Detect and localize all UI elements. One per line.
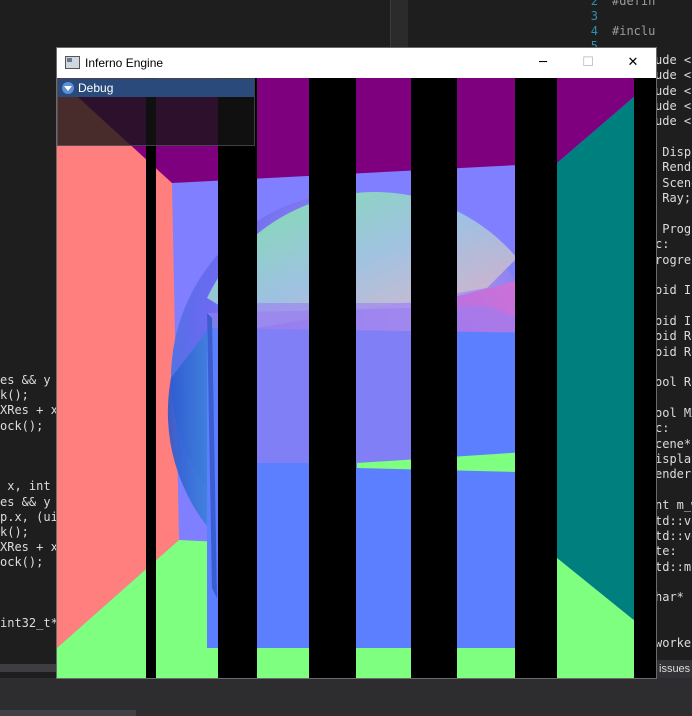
rendered-scene — [57, 78, 656, 678]
ide-splitter[interactable] — [390, 0, 409, 48]
maximize-button[interactable]: ☐ — [565, 48, 611, 78]
render-viewport[interactable] — [57, 78, 656, 678]
code-line: ude <v — [655, 68, 692, 83]
ide-bottom-tab[interactable] — [0, 710, 136, 716]
line-number: 4 — [590, 24, 598, 38]
code-line: oid In — [655, 283, 692, 298]
line-number: 3 — [590, 9, 598, 23]
issues-indicator[interactable]: issues — [655, 660, 692, 678]
ide-horizontal-scrollbar[interactable] — [0, 664, 57, 672]
code-line: oid In — [655, 313, 692, 328]
ide-editor-right-top: ▲ 2#define In34#include "5 — [408, 0, 692, 48]
code-line: ender — [655, 467, 692, 482]
window-title: Inferno Engine — [85, 56, 164, 70]
minimize-button[interactable]: ─ — [520, 48, 566, 78]
code-line: c: — [655, 237, 670, 252]
black-bar-3 — [309, 78, 356, 678]
code-line: k(); — [0, 525, 29, 539]
code-line: ool MX — [655, 406, 692, 421]
code-line: ock(); — [0, 555, 44, 570]
code-line: ock(); — [0, 418, 44, 433]
code-line: 5 — [558, 39, 612, 48]
code-line: k(); — [0, 388, 29, 403]
code-line: oid Re — [655, 329, 692, 344]
code-line: Progr — [662, 221, 692, 236]
code-line: int32_t* — [0, 616, 57, 631]
ide-code-right: ude <sude <vude <oude <cude <n Displ Ren… — [655, 0, 692, 716]
code-line: Ray; — [655, 191, 692, 206]
black-bar-4 — [411, 78, 457, 678]
code-line: cene* — [655, 436, 692, 451]
close-button[interactable]: ✕ — [610, 48, 656, 78]
code-line: ude <s — [655, 53, 692, 67]
code-line: 3 — [558, 9, 612, 25]
code-line: te: — [655, 544, 677, 559]
debug-panel[interactable]: Debug — [57, 78, 255, 146]
code-line: nt m_w — [655, 498, 692, 513]
code-line: Displ — [662, 145, 692, 160]
code-line: c: — [655, 421, 670, 436]
debug-title: Debug — [78, 81, 114, 95]
code-line: p.x, (uin — [0, 509, 57, 524]
code-line: Scene — [662, 175, 692, 190]
debug-titlebar[interactable]: Debug — [58, 79, 254, 97]
code-line: XRes + x] — [0, 540, 57, 555]
black-bar-5 — [515, 78, 557, 678]
code-line: ool Re — [655, 375, 692, 390]
code-line: td::ve — [655, 513, 692, 528]
code-line: ude <o — [655, 83, 692, 98]
ide-editor-left-top — [0, 0, 390, 48]
black-bar-1 — [146, 78, 156, 678]
collapse-arrow-icon[interactable] — [62, 82, 74, 94]
black-bar-2 — [218, 78, 257, 678]
code-line: ude <n — [655, 114, 692, 129]
code-line: rogres — [655, 252, 692, 267]
code-line: x, int y — [7, 479, 51, 494]
code-line: es && y > — [0, 494, 51, 509]
code-line: td::mu — [655, 559, 692, 574]
code-line: Rende — [662, 160, 692, 175]
window-titlebar[interactable]: Inferno Engine ─ ☐ ✕ — [57, 48, 656, 78]
code-line: oid Re — [655, 344, 692, 359]
code-line: har* b — [655, 590, 692, 605]
code-line: worker — [655, 636, 692, 651]
code-line: XRes + x] — [0, 403, 57, 418]
code-line: isplay — [655, 452, 692, 467]
app-window-icon — [65, 56, 80, 69]
code-line: td::ve — [655, 528, 692, 543]
code-line: ude <c — [655, 99, 692, 114]
ide-code-left: es && y >k();XRes + x]ock(); x, int yes … — [0, 370, 57, 670]
app-window: Inferno Engine ─ ☐ ✕ Debug — [57, 48, 656, 678]
black-bar-6 — [634, 78, 656, 678]
code-line: es && y > — [0, 373, 51, 387]
line-number: 5 — [590, 39, 598, 48]
